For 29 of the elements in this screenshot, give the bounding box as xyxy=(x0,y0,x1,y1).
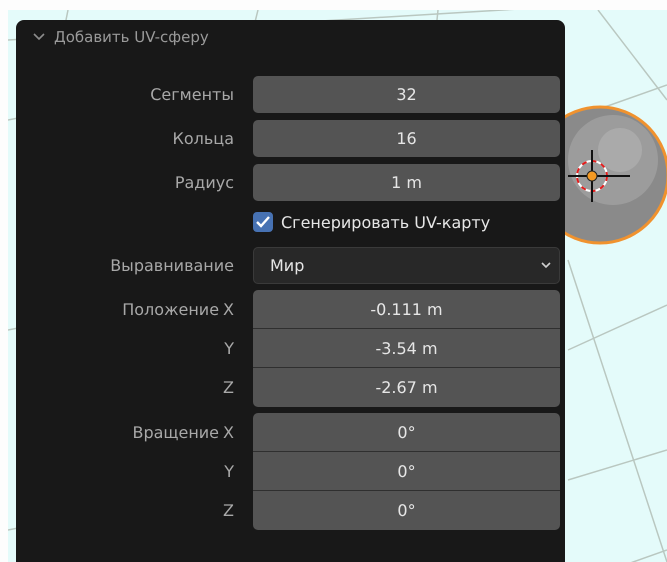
number-field[interactable]: 0° xyxy=(253,491,560,530)
panel-title: Добавить UV-сферу xyxy=(54,28,209,46)
field-label: Вращение xyxy=(132,423,220,442)
axis-label: X xyxy=(223,423,234,442)
axis-label: Y xyxy=(224,339,234,358)
axis-label: Z xyxy=(223,501,234,520)
dropdown[interactable]: Мир xyxy=(253,247,560,284)
field-label: Положение xyxy=(122,300,220,319)
caret-icon xyxy=(541,262,551,269)
field-label: Кольца xyxy=(172,129,235,148)
field-label: Радиус xyxy=(174,173,235,192)
number-field[interactable]: 32 xyxy=(253,76,560,113)
number-field[interactable]: 16 xyxy=(253,120,560,157)
axis-label: X xyxy=(223,300,234,319)
number-field[interactable]: -2.67 m xyxy=(253,368,560,407)
number-field[interactable]: -0.111 m xyxy=(253,290,560,329)
dropdown-value: Мир xyxy=(270,256,304,275)
number-field[interactable]: 1 m xyxy=(253,164,560,201)
axis-label: Y xyxy=(224,462,234,481)
field-label: Выравнивание xyxy=(109,256,235,275)
3d-cursor-icon xyxy=(568,150,630,202)
axis-label: Z xyxy=(223,378,234,397)
number-field[interactable]: 0° xyxy=(253,413,560,452)
field-label: Сегменты xyxy=(149,85,235,104)
number-field[interactable]: -3.54 m xyxy=(253,329,560,368)
chevron-icon[interactable] xyxy=(32,32,46,42)
checkbox[interactable] xyxy=(253,212,273,232)
number-field[interactable]: 0° xyxy=(253,452,560,491)
checkbox-label: Сгенерировать UV-карту xyxy=(281,212,490,232)
